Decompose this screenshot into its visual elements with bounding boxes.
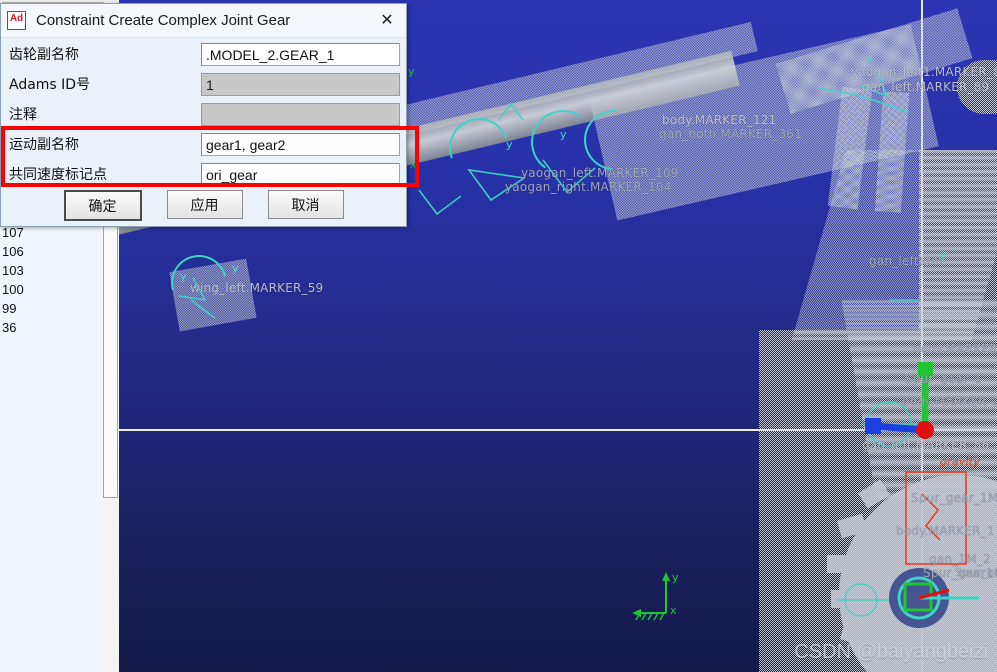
dialog-field-row: 共同速度标记点 ori_gear xyxy=(1,160,406,188)
field-label: Adams ID号 xyxy=(9,77,91,93)
dialog-button-bar: 确定 应用 取消 xyxy=(1,190,406,221)
adams-app-icon: Ad xyxy=(7,11,26,30)
axis-hint-label: y xyxy=(506,138,513,151)
dialog-field-list: 齿轮副名称 .MODEL_2.GEAR_1 Adams ID号 1 注释运动副名称 gea… xyxy=(1,40,406,188)
marker-label: yaogan_left1.MARKER_85 xyxy=(851,65,997,79)
marker-label: Spur_gear_1M_3dot xyxy=(911,491,997,505)
field-label: 齿轮副名称 xyxy=(9,47,79,63)
field-input[interactable]: ori_gear xyxy=(201,162,400,186)
field-input xyxy=(201,102,400,126)
triad-y-label: y xyxy=(672,571,679,584)
marker-label: body.MARKER_121 xyxy=(662,113,777,127)
marker-label: Spur_gear1_1 xyxy=(955,566,997,579)
axis-hint-label: y xyxy=(232,262,239,275)
marker-label: gravity xyxy=(940,455,981,468)
dialog-button[interactable]: 确定 xyxy=(63,190,142,221)
list-item[interactable]: 106 xyxy=(0,242,100,261)
field-label: 共同速度标记点 xyxy=(9,167,107,183)
field-label: 注释 xyxy=(9,107,37,123)
marker-label: wing_left.MARKER_59 xyxy=(190,281,324,295)
marker-label: gan_1M_2 xyxy=(929,552,991,566)
marker-label: gan_left.MARKER_86 xyxy=(862,438,990,452)
marker-label: body.MARKER_1 xyxy=(896,524,995,538)
triad-x-label: x xyxy=(670,604,677,617)
marker-label: body.MARKER_3 xyxy=(913,342,997,356)
dialog-button[interactable]: 取消 xyxy=(267,190,344,219)
marker-label: gan_both.MARKER_361 xyxy=(659,127,803,141)
list-item[interactable]: 103 xyxy=(0,261,100,280)
list-item[interactable]: 99 xyxy=(0,299,100,318)
application-window: 321201191161131101071061031009936 xyxy=(0,0,997,672)
field-input: 1 xyxy=(201,72,400,96)
list-item[interactable]: 100 xyxy=(0,280,100,299)
marker-label: yaogan_right.MARKER_104 xyxy=(505,180,672,194)
watermark-text: CSDN @baiyangbeizi xyxy=(794,641,988,663)
marker-label: body.MARKER_2 xyxy=(902,395,997,409)
close-icon[interactable]: ✕ xyxy=(372,8,402,34)
axis-hint-label: y xyxy=(560,128,567,141)
scrollbar-track[interactable] xyxy=(100,498,119,672)
field-input[interactable]: gear1, gear2 xyxy=(201,132,400,156)
marker-label: Spur_gear_1 xyxy=(905,372,982,386)
axis-hint-label: y xyxy=(940,248,947,261)
dialog-titlebar: Ad Constraint Create Complex Joint Gear … xyxy=(1,4,406,38)
field-label: 运动副名称 xyxy=(9,137,79,153)
axis-hint-label: x xyxy=(410,158,417,171)
dialog-field-row: 注释 xyxy=(1,100,406,128)
axis-hint-label: y xyxy=(180,270,187,283)
axis-hint-label: y xyxy=(866,52,873,65)
axis-hint-label: y xyxy=(408,65,415,78)
marker-label: gan_leftarm xyxy=(869,254,943,268)
dialog-button[interactable]: 应用 xyxy=(166,190,243,219)
marker-label: gan_left.MARKER_89 xyxy=(862,80,990,94)
gear-constraint-dialog[interactable]: Ad Constraint Create Complex Joint Gear … xyxy=(0,3,419,227)
dialog-title: Constraint Create Complex Joint Gear xyxy=(36,12,291,29)
ground-coordinate-triad: y x xyxy=(632,569,692,621)
field-input[interactable]: .MODEL_2.GEAR_1 xyxy=(201,42,400,66)
dialog-field-row: 齿轮副名称 .MODEL_2.GEAR_1 xyxy=(1,40,406,68)
marker-label: yaogan_left.MARKER_109 xyxy=(521,166,679,180)
list-item[interactable]: 36 xyxy=(0,318,100,337)
dialog-field-row: 运动副名称 gear1, gear2 xyxy=(1,130,406,158)
dialog-field-row: Adams ID号 1 xyxy=(1,70,406,98)
